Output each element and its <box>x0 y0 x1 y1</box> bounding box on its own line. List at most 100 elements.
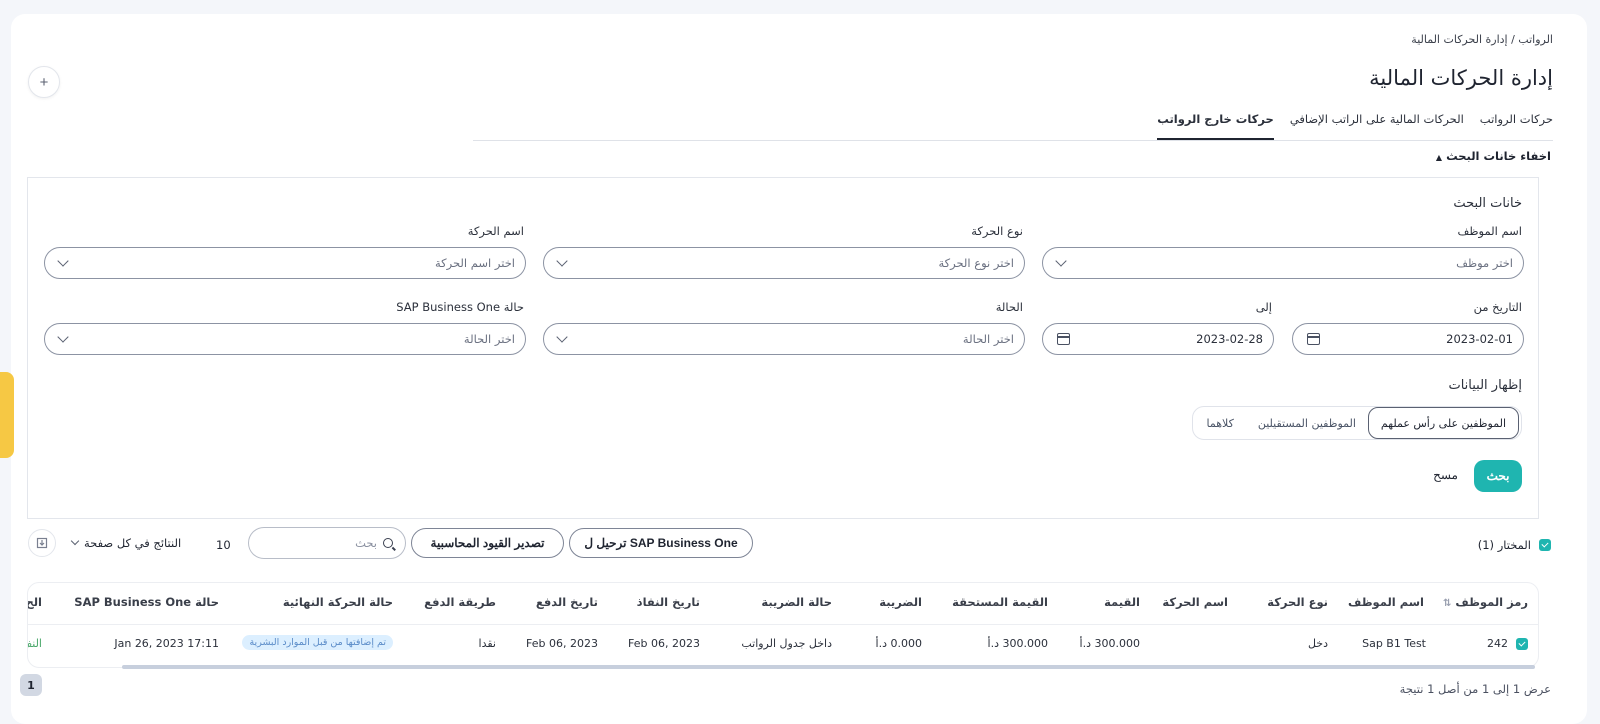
page-size-value[interactable]: 10 <box>216 538 231 552</box>
movement-name-select[interactable]: اختر اسم الحركة <box>44 247 526 279</box>
row-checkbox[interactable] <box>1516 637 1528 650</box>
cell-payment-method: نقدا <box>478 637 496 650</box>
status-badge: تم إضافتها من قبل الموارد البشرية <box>242 635 393 650</box>
movement-type-select[interactable]: اختر نوع الحركة <box>543 247 1025 279</box>
tab-non-payroll-movements[interactable]: حركات خارج الرواتب <box>1157 112 1274 140</box>
export-button[interactable] <box>28 529 56 557</box>
movement-type-label: نوع الحركة <box>971 224 1023 238</box>
search-icon <box>383 538 393 548</box>
hide-search-toggle[interactable]: اخفاء خانات البحث ▲ <box>1436 149 1551 163</box>
display-data-title: إظهار البيانات <box>1448 378 1522 393</box>
header-due-amount[interactable]: القيمة المستحقة <box>952 595 1048 609</box>
cell-payment-date: Feb 06, 2023 <box>526 637 598 650</box>
selected-label: المختار (1) <box>1477 538 1531 552</box>
date-to-field[interactable]: 2023-02-28 <box>1042 323 1274 355</box>
date-to-label: إلى <box>1255 300 1272 314</box>
header-tax-status[interactable]: حالة الضريبة <box>761 595 832 609</box>
header-employee-code-label: رمز الموظف <box>1455 595 1528 609</box>
header-employee-code[interactable]: رمز الموظف ⇅ <box>1443 595 1528 609</box>
chevron-down-icon <box>57 331 69 343</box>
search-section-title: خانات البحث <box>1453 196 1522 211</box>
pagination-page[interactable]: 1 <box>20 674 42 696</box>
header-final-status[interactable]: حالة الحركة النهائية <box>283 595 393 609</box>
status-select-value: اختر الحالة <box>962 332 1014 346</box>
table-search-placeholder: بحث <box>355 536 377 550</box>
option-resigned-employees[interactable]: الموظفين المستقيلين <box>1246 409 1368 437</box>
tabs: حركات الرواتب الحركات المالية على الراتب… <box>1157 112 1553 140</box>
header-tax[interactable]: الضريبة <box>879 595 922 609</box>
header-amount[interactable]: القيمة <box>1104 595 1140 609</box>
page-size-select[interactable]: النتائج في كل صفحة <box>70 536 182 550</box>
date-from-field[interactable]: 2023-02-01 <box>1292 323 1524 355</box>
clear-button[interactable]: مسح <box>1433 468 1458 482</box>
search-panel: خانات البحث اسم الموظف اختر موظف نوع الح… <box>27 177 1539 519</box>
chevron-down-icon <box>70 536 80 546</box>
header-divider <box>28 624 1538 625</box>
employee-select-value: اختر موظف <box>1456 256 1513 270</box>
cell-truncated[interactable]: النف <box>28 637 42 650</box>
employee-select[interactable]: اختر موظف <box>1042 247 1524 279</box>
breadcrumb[interactable]: الرواتب / إدارة الحركات المالية <box>1411 33 1553 46</box>
calendar-icon[interactable] <box>1307 333 1320 345</box>
cell-employee-name: Sap B1 Test <box>1362 637 1426 650</box>
header-effective-date[interactable]: تاريخ النفاذ <box>637 595 700 609</box>
cell-employee-code-value: 242 <box>1487 637 1508 650</box>
header-sap-status[interactable]: حالة SAP Business One <box>74 595 219 609</box>
display-data-toggle: الموظفين على رأس عملهم الموظفين المستقيل… <box>1191 406 1522 440</box>
cell-due-amount: 300.000 د.أ <box>987 637 1048 650</box>
header-truncated[interactable]: الح <box>28 595 42 609</box>
sort-icon[interactable]: ⇅ <box>1443 598 1451 609</box>
date-to-value: 2023-02-28 <box>1196 332 1263 346</box>
feedback-side-tab[interactable] <box>0 372 14 458</box>
select-all-checkbox[interactable] <box>1539 539 1551 551</box>
chevron-down-icon <box>556 255 568 267</box>
header-movement-name[interactable]: اسم الحركة <box>1162 595 1228 609</box>
caret-up-icon: ▲ <box>1435 153 1443 162</box>
download-icon <box>36 537 48 549</box>
cell-movement-type: دخل <box>1307 637 1328 650</box>
header-payment-method[interactable]: طريقة الدفع <box>424 595 496 609</box>
chevron-down-icon <box>556 331 568 343</box>
movement-type-select-value: اختر نوع الحركة <box>938 256 1014 270</box>
cell-final-status: تم إضافتها من قبل الموارد البشرية <box>242 635 393 650</box>
tabs-divider <box>473 140 1553 141</box>
selected-indicator[interactable]: المختار (1) <box>1478 538 1551 552</box>
option-active-employees[interactable]: الموظفين على رأس عملهم <box>1367 407 1519 439</box>
calendar-icon[interactable] <box>1057 333 1070 345</box>
employee-label: اسم الموظف <box>1457 224 1523 238</box>
cell-employee-code: 242 <box>1487 637 1528 650</box>
page-size-label: النتائج في كل صفحة <box>84 536 182 550</box>
option-both[interactable]: كلاهما <box>1195 409 1246 437</box>
plus-icon: + <box>39 73 49 91</box>
hide-search-label: اخفاء خانات البحث <box>1446 149 1551 163</box>
tab-extra-salary-movements[interactable]: الحركات المالية على الراتب الإضافي <box>1290 112 1464 140</box>
cell-sap-status: Jan 26, 2023 17:11 <box>114 637 219 650</box>
movement-name-select-value: اختر اسم الحركة <box>434 256 515 270</box>
horizontal-scrollbar[interactable] <box>122 665 1535 669</box>
post-to-sap-button[interactable]: ترحيل ل SAP Business One <box>569 528 753 558</box>
movement-name-label: اسم الحركة <box>467 224 524 238</box>
cell-tax: 0.000 د.أ <box>875 637 922 650</box>
header-payment-date[interactable]: تاريخ الدفع <box>536 595 598 609</box>
date-from-label: التاريخ من <box>1473 300 1522 314</box>
status-label: الحالة <box>995 300 1023 314</box>
sap-status-select-value: اختر الحالة <box>463 332 515 346</box>
header-movement-type[interactable]: نوع الحركة <box>1267 595 1328 609</box>
status-select[interactable]: اختر الحالة <box>543 323 1025 355</box>
header-employee-name[interactable]: اسم الموظف <box>1348 595 1424 609</box>
page-title: إدارة الحركات المالية <box>1369 66 1553 90</box>
main-panel: الرواتب / إدارة الحركات المالية إدارة ال… <box>11 14 1587 724</box>
results-summary: عرض 1 إلى 1 من أصل 1 نتيجة <box>1399 682 1551 696</box>
sap-status-label: حالة SAP Business One <box>396 300 524 314</box>
export-entries-button[interactable]: تصدير القيود المحاسبية <box>411 528 564 558</box>
table-search-input[interactable]: بحث <box>248 527 406 559</box>
add-button[interactable]: + <box>28 66 60 98</box>
chevron-down-icon <box>1055 255 1067 267</box>
chevron-down-icon <box>57 255 69 267</box>
cell-tax-status: داخل جدول الرواتب <box>741 637 832 650</box>
search-button[interactable]: بحث <box>1474 460 1522 492</box>
tab-payroll-movements[interactable]: حركات الرواتب <box>1480 112 1553 140</box>
movements-table: رمز الموظف ⇅ اسم الموظف نوع الحركة اسم ا… <box>27 582 1539 668</box>
cell-amount: 300.000 د.أ <box>1079 637 1140 650</box>
sap-status-select[interactable]: اختر الحالة <box>44 323 526 355</box>
